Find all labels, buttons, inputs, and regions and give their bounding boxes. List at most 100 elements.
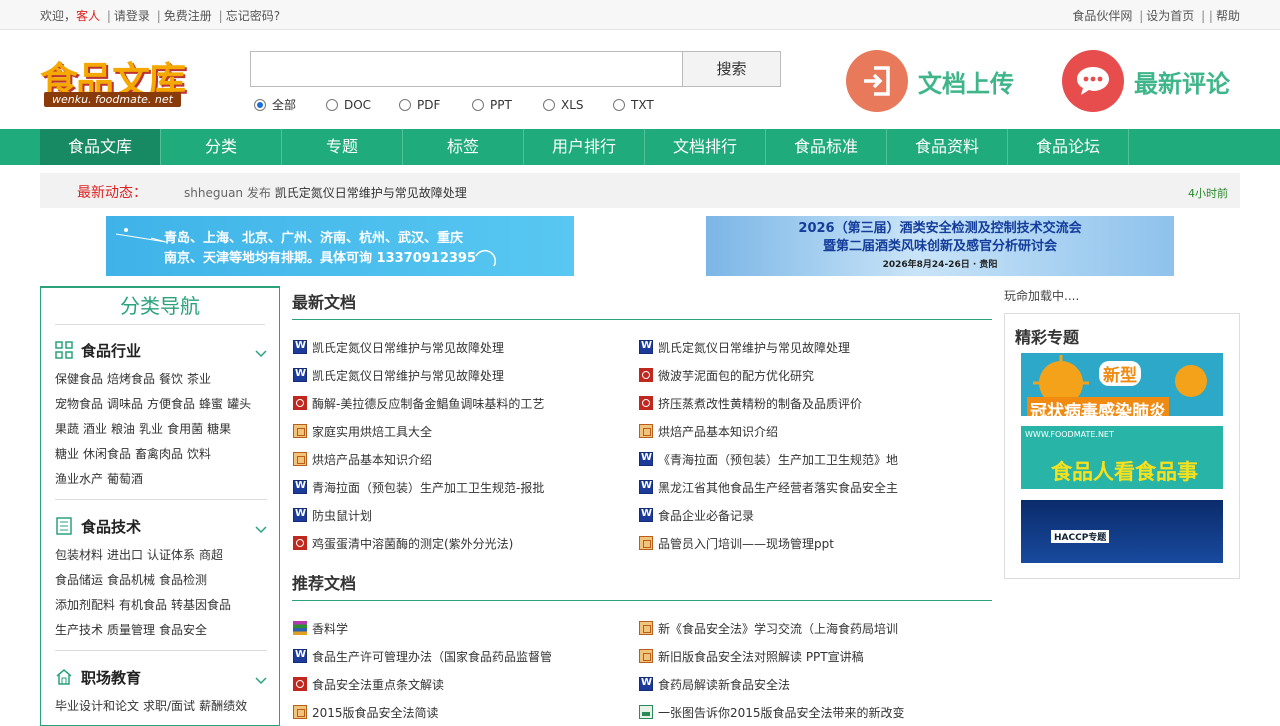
chevron-down-icon[interactable]	[255, 520, 267, 538]
comments-button[interactable]: 最新评论	[1062, 50, 1230, 112]
doc-item[interactable]: 酶解-美拉德反应制备金鲳鱼调味基料的工艺	[293, 395, 544, 411]
doc-title[interactable]: 青海拉面（预包装）生产加工卫生规范-报批	[312, 479, 544, 496]
category-link[interactable]: 方便食品	[147, 397, 195, 411]
category-link[interactable]: 进出口	[107, 548, 143, 562]
category-link[interactable]: 罐头	[227, 397, 251, 411]
category-link[interactable]: 糖果	[207, 422, 231, 436]
nav-item[interactable]: 食品资料	[887, 129, 1008, 165]
login-link[interactable]: 请登录	[114, 9, 150, 23]
category-link[interactable]: 添加剂配料	[55, 598, 115, 612]
help-link[interactable]: 帮助	[1216, 9, 1240, 23]
doc-item[interactable]: 家庭实用烘焙工具大全	[293, 423, 432, 439]
category-title[interactable]: 食品行业	[55, 338, 267, 362]
doc-title[interactable]: 新旧版食品安全法对照解读 PPT宣讲稿	[658, 648, 864, 665]
topic-foodmate-banner[interactable]: WWW.FOODMATE.NET 食品人看食品事	[1021, 426, 1223, 489]
category-link[interactable]: 葡萄酒	[107, 472, 143, 486]
doc-title[interactable]: 食品安全法重点条文解读	[312, 676, 444, 693]
nav-item[interactable]: 分类	[161, 129, 282, 165]
doc-item[interactable]: 凯氏定氮仪日常维护与常见故障处理	[293, 367, 504, 383]
chevron-down-icon[interactable]	[255, 671, 267, 689]
category-link[interactable]: 饮料	[187, 447, 211, 461]
category-link[interactable]: 求职/面试	[143, 699, 195, 713]
doc-title[interactable]: 凯氏定氮仪日常维护与常见故障处理	[312, 339, 504, 356]
doc-item[interactable]: 凯氏定氮仪日常维护与常见故障处理	[293, 339, 504, 355]
category-link[interactable]: 畜禽肉品	[135, 447, 183, 461]
radio[interactable]	[543, 98, 555, 111]
doc-item[interactable]: 凯氏定氮仪日常维护与常见故障处理	[639, 339, 850, 355]
doc-item[interactable]: 微波芋泥面包的配方优化研究	[639, 367, 814, 383]
category-link[interactable]: 粮油	[111, 422, 135, 436]
doc-item[interactable]: 挤压蒸煮改性黄精粉的制备及品质评价	[639, 395, 862, 411]
doc-item[interactable]: 《青海拉面（预包装）生产加工卫生规范》地	[639, 451, 898, 467]
doc-title[interactable]: 家庭实用烘焙工具大全	[312, 423, 432, 440]
news-title-link[interactable]: 凯氏定氮仪日常维护与常见故障处理	[275, 186, 467, 200]
doc-item[interactable]: 鸡蛋蛋清中溶菌酶的测定(紫外分光法)	[293, 535, 513, 551]
doc-title[interactable]: 酶解-美拉德反应制备金鲳鱼调味基料的工艺	[312, 395, 544, 412]
doc-item[interactable]: 香料学	[293, 620, 348, 636]
site-logo[interactable]: 食品文库 wenku. foodmate. net	[40, 50, 208, 110]
category-link[interactable]: 商超	[199, 548, 223, 562]
category-link[interactable]: 果蔬	[55, 422, 79, 436]
doc-item[interactable]: 品管员入门培训——现场管理ppt	[639, 535, 834, 551]
doc-title[interactable]: 食药局解读新食品安全法	[658, 676, 790, 693]
doc-title[interactable]: 食品企业必备记录	[658, 507, 754, 524]
type-option-xls[interactable]: XLS	[543, 96, 613, 113]
category-link[interactable]: 茶业	[187, 372, 211, 386]
radio[interactable]	[326, 98, 338, 111]
conference-banner[interactable]: 2026（第三届）酒类安全检测及控制技术交流会 暨第二届酒类风味创新及感官分析研…	[706, 216, 1174, 276]
doc-title[interactable]: 凯氏定氮仪日常维护与常见故障处理	[658, 339, 850, 356]
doc-title[interactable]: 《青海拉面（预包装）生产加工卫生规范》地	[658, 451, 898, 468]
category-link[interactable]: 有机食品	[119, 598, 167, 612]
nav-item[interactable]: 标签	[403, 129, 524, 165]
category-link[interactable]: 生产技术	[55, 623, 103, 637]
radio[interactable]	[472, 98, 484, 111]
doc-item[interactable]: 防虫鼠计划	[293, 507, 372, 523]
nav-item[interactable]: 文档排行	[645, 129, 766, 165]
category-link[interactable]: 调味品	[107, 397, 143, 411]
type-option-pdf[interactable]: PDF	[399, 96, 472, 113]
doc-title[interactable]: 防虫鼠计划	[312, 507, 372, 524]
doc-title[interactable]: 烘焙产品基本知识介绍	[312, 451, 432, 468]
search-button[interactable]: 搜索	[682, 52, 780, 86]
doc-title[interactable]: 微波芋泥面包的配方优化研究	[658, 367, 814, 384]
category-link[interactable]: 食品机械	[107, 573, 155, 587]
category-title[interactable]: 食品技术	[55, 514, 267, 538]
doc-title[interactable]: 食品生产许可管理办法（国家食品药品监督管	[312, 648, 552, 665]
topic-haccp-banner[interactable]: HACCP专题	[1021, 500, 1223, 563]
category-link[interactable]: 蜂蜜	[199, 397, 223, 411]
doc-item[interactable]: 食品生产许可管理办法（国家食品药品监督管	[293, 648, 552, 664]
type-option-all[interactable]: 全部	[254, 96, 326, 113]
doc-item[interactable]: 一张图告诉你2015版食品安全法带来的新改变	[639, 704, 905, 720]
doc-item[interactable]: 青海拉面（预包装）生产加工卫生规范-报批	[293, 479, 544, 495]
partner-link[interactable]: 食品伙伴网	[1072, 9, 1132, 23]
category-link[interactable]: 宠物食品	[55, 397, 103, 411]
nav-item[interactable]: 用户排行	[524, 129, 645, 165]
category-link[interactable]: 餐饮	[159, 372, 183, 386]
type-option-txt[interactable]: TXT	[613, 96, 673, 113]
doc-title[interactable]: 烘焙产品基本知识介绍	[658, 423, 778, 440]
doc-title[interactable]: 鸡蛋蛋清中溶菌酶的测定(紫外分光法)	[312, 535, 513, 552]
category-link[interactable]: 薪酬绩效	[199, 699, 247, 713]
radio[interactable]	[399, 98, 411, 111]
category-link[interactable]: 食品安全	[159, 623, 207, 637]
category-title[interactable]: 职场教育	[55, 665, 267, 689]
category-link[interactable]: 酒业	[83, 422, 107, 436]
doc-title[interactable]: 挤压蒸煮改性黄精粉的制备及品质评价	[658, 395, 862, 412]
forgot-password-link[interactable]: 忘记密码?	[226, 9, 280, 23]
doc-item[interactable]: 新旧版食品安全法对照解读 PPT宣讲稿	[639, 648, 864, 664]
doc-title[interactable]: 品管员入门培训——现场管理ppt	[658, 535, 834, 552]
register-link[interactable]: 免费注册	[164, 9, 212, 23]
category-link[interactable]: 质量管理	[107, 623, 155, 637]
category-link[interactable]: 糖业	[55, 447, 79, 461]
set-homepage-link[interactable]: 设为首页	[1146, 9, 1194, 23]
doc-title[interactable]: 新《食品安全法》学习交流（上海食药局培训	[658, 620, 898, 637]
doc-item[interactable]: 食品安全法重点条文解读	[293, 676, 444, 692]
topic-covid-banner[interactable]: 新型 冠状病毒感染肺炎	[1021, 353, 1223, 416]
category-link[interactable]: 转基因食品	[171, 598, 231, 612]
category-link[interactable]: 焙烤食品	[107, 372, 155, 386]
nav-item[interactable]: 食品标准	[766, 129, 887, 165]
category-link[interactable]: 食品检测	[159, 573, 207, 587]
doc-title[interactable]: 黑龙江省其他食品生产经营者落实食品安全主	[658, 479, 898, 496]
category-link[interactable]: 休闲食品	[83, 447, 131, 461]
nav-item[interactable]: 食品文库	[40, 129, 161, 165]
